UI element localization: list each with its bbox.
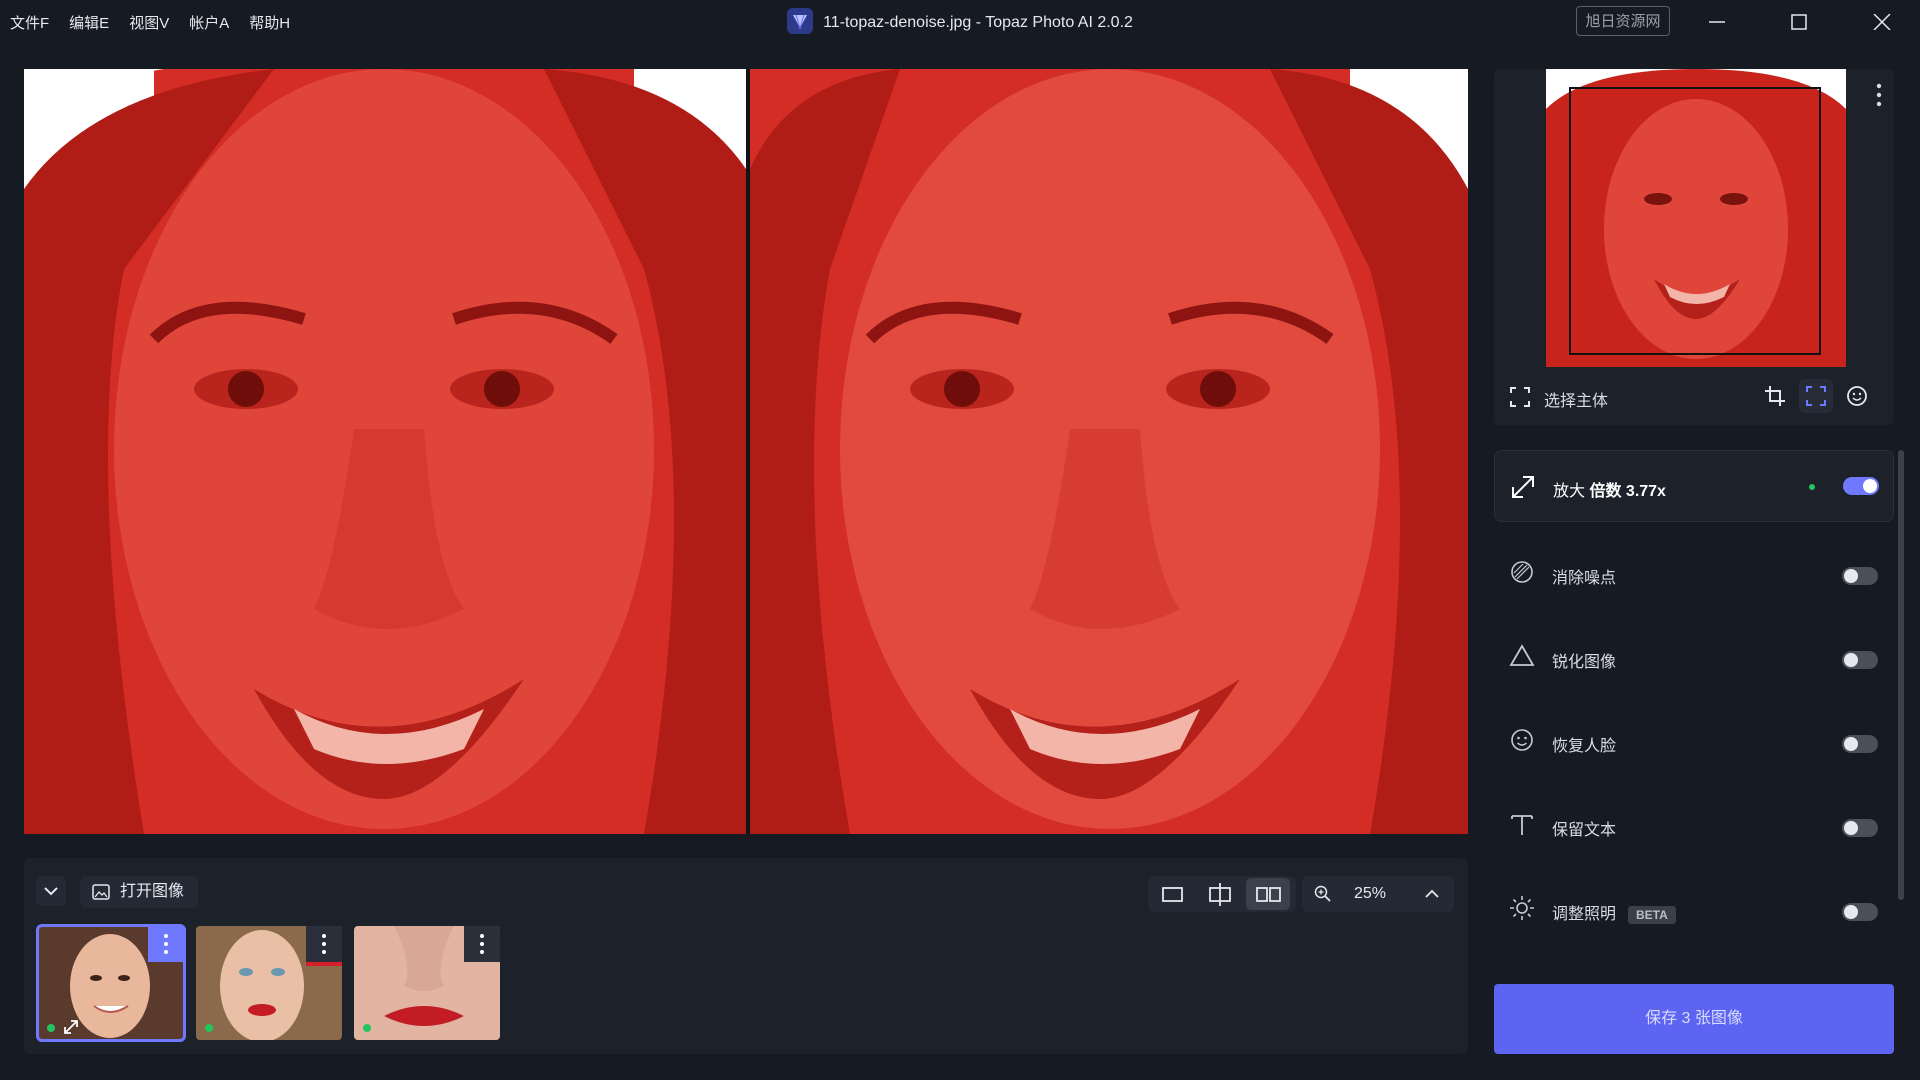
- upscale-badge-icon: [64, 1020, 78, 1034]
- sharpen-icon: [1509, 644, 1535, 666]
- upscale-toggle[interactable]: [1843, 477, 1879, 495]
- image-preview[interactable]: [24, 69, 1468, 834]
- minimize-button[interactable]: [1699, 6, 1735, 38]
- fit-frame-icon: [1806, 386, 1826, 406]
- face-detect-button[interactable]: [1840, 379, 1874, 413]
- crop-button[interactable]: [1758, 379, 1792, 413]
- status-dot: [205, 1024, 213, 1032]
- tool-upscale-label: 放大 倍数 3.77x: [1553, 483, 1666, 500]
- preserve-text-toggle[interactable]: [1842, 819, 1878, 837]
- face-image-processed: [750, 69, 1468, 834]
- tool-face-recovery[interactable]: 恢复人脸: [1494, 702, 1894, 786]
- beta-badge: BETA: [1628, 906, 1676, 924]
- title-bar: 文件F 编辑E 视图V 帐户A 帮助H 11-topaz-denoise.jpg…: [0, 0, 1920, 44]
- watermark-badge: 旭日资源网: [1576, 6, 1670, 36]
- tool-adjust-lighting[interactable]: 调整照明 BETA: [1494, 870, 1894, 954]
- single-view-button[interactable]: [1150, 878, 1194, 910]
- zoom-value: 25%: [1354, 885, 1387, 902]
- more-options-icon[interactable]: [1876, 83, 1882, 107]
- upscale-icon: [1512, 476, 1534, 498]
- sun-icon: [1510, 896, 1534, 920]
- face-recovery-toggle[interactable]: [1842, 735, 1878, 753]
- smiley-icon: [1847, 386, 1867, 406]
- collapse-filmstrip-button[interactable]: [36, 876, 66, 906]
- open-image-label: 打开图像: [120, 883, 185, 900]
- thumbnail-menu-button[interactable]: [148, 926, 184, 962]
- single-view-icon: [1162, 887, 1183, 902]
- view-mode-group: [1148, 876, 1296, 912]
- thumbnail-image-1[interactable]: [36, 924, 186, 1042]
- navigator-panel: 选择主体: [1494, 69, 1894, 425]
- tool-denoise[interactable]: 消除噪点: [1494, 534, 1894, 618]
- maximize-button[interactable]: [1781, 6, 1817, 38]
- tool-status-dot: [1809, 484, 1815, 490]
- chevron-down-icon: [44, 887, 58, 896]
- enhancement-tools: 放大 倍数 3.77x 消除噪点 锐化图像 恢复人脸 保留文本 调整照明 BETA: [1494, 450, 1894, 954]
- thumbnail-image-2[interactable]: [196, 926, 342, 1040]
- split-view-icon: [1209, 883, 1231, 906]
- adjust-lighting-toggle[interactable]: [1842, 903, 1878, 921]
- navigator-thumbnail[interactable]: [1546, 69, 1846, 367]
- open-image-button[interactable]: 打开图像: [80, 876, 199, 908]
- fit-frame-button[interactable]: [1799, 379, 1833, 413]
- filmstrip-bar: 打开图像 25%: [24, 858, 1468, 1054]
- side-by-side-view-button[interactable]: [1246, 878, 1290, 910]
- tool-preserve-text-label: 保留文本: [1552, 822, 1617, 839]
- tools-scrollbar[interactable]: [1898, 450, 1904, 900]
- status-dot: [47, 1024, 55, 1032]
- close-button[interactable]: [1864, 6, 1900, 38]
- select-subject-icon[interactable]: [1510, 387, 1530, 407]
- tool-upscale[interactable]: 放大 倍数 3.77x: [1494, 450, 1894, 522]
- tool-preserve-text[interactable]: 保留文本: [1494, 786, 1894, 870]
- topaz-logo-icon: [787, 8, 814, 34]
- zoom-icon: [1314, 885, 1331, 902]
- zoom-control[interactable]: 25%: [1302, 876, 1454, 912]
- window-title-text: 11-topaz-denoise.jpg - Topaz Photo AI 2.…: [823, 14, 1133, 32]
- thumbnail-menu-button[interactable]: [464, 926, 500, 962]
- side-by-side-icon: [1256, 887, 1281, 902]
- tool-sharpen-label: 锐化图像: [1552, 654, 1617, 671]
- image-icon: [92, 884, 110, 900]
- tool-sharpen[interactable]: 锐化图像: [1494, 618, 1894, 702]
- select-subject-label[interactable]: 选择主体: [1544, 387, 1608, 411]
- text-icon: [1511, 815, 1533, 835]
- thumbnail-image-3[interactable]: [354, 926, 500, 1040]
- denoise-icon: [1511, 561, 1533, 583]
- chevron-up-icon[interactable]: [1424, 887, 1440, 901]
- save-images-button[interactable]: 保存 3 张图像: [1494, 984, 1894, 1054]
- split-view-button[interactable]: [1198, 878, 1242, 910]
- tool-face-recovery-label: 恢复人脸: [1552, 738, 1617, 755]
- face-image-original: [24, 69, 746, 834]
- original-preview-pane[interactable]: [24, 69, 746, 834]
- navigator-toolbar: 选择主体: [1494, 367, 1894, 425]
- processed-preview-pane[interactable]: [750, 69, 1468, 834]
- face-icon: [1511, 729, 1533, 751]
- navigator-face-image: [1546, 69, 1846, 367]
- thumbnail-menu-button[interactable]: [306, 926, 342, 962]
- status-dot: [363, 1024, 371, 1032]
- tool-denoise-label: 消除噪点: [1552, 570, 1617, 587]
- tool-adjust-lighting-label: 调整照明 BETA: [1552, 900, 1676, 924]
- sharpen-toggle[interactable]: [1842, 651, 1878, 669]
- denoise-toggle[interactable]: [1842, 567, 1878, 585]
- crop-icon: [1765, 386, 1785, 406]
